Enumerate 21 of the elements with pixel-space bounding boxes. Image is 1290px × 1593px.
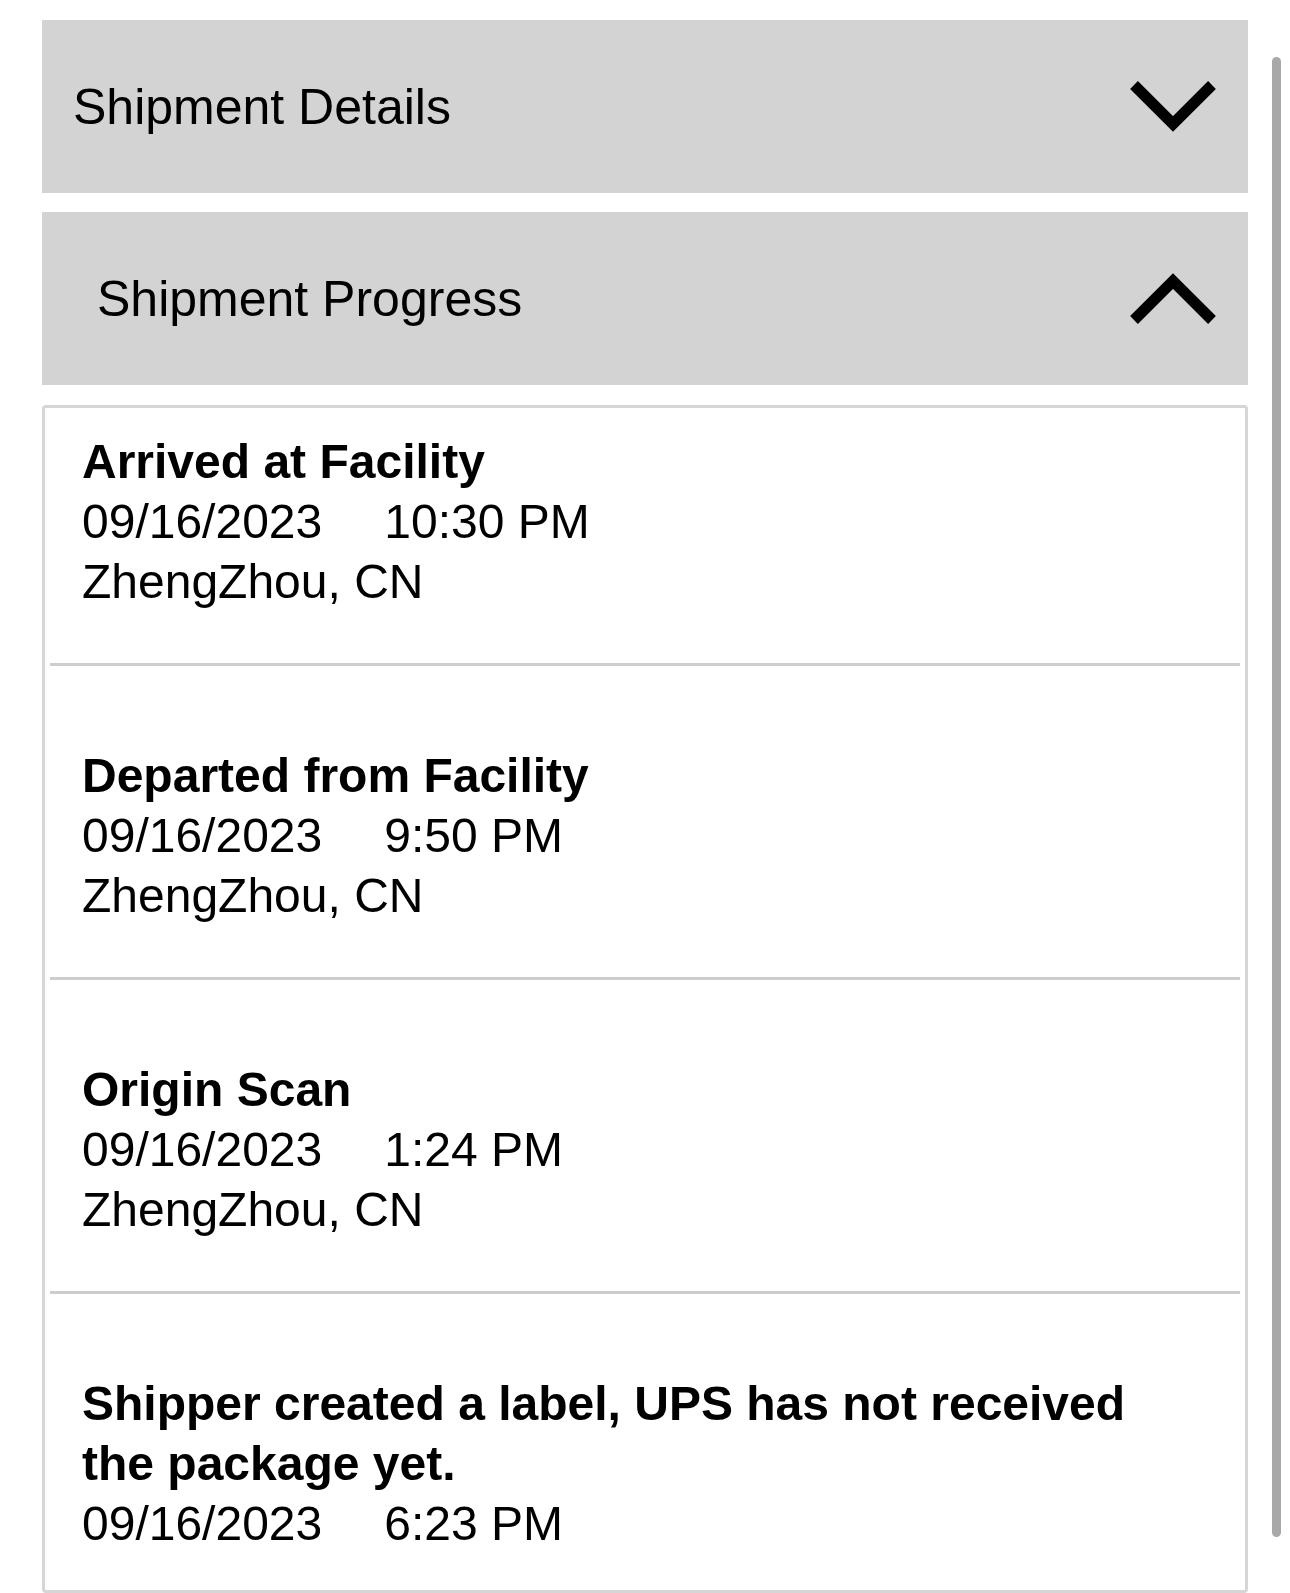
event-date: 09/16/2023 — [82, 808, 323, 864]
event-time: 9:50 PM — [384, 808, 563, 864]
event-status: Departed from Facility — [82, 748, 590, 804]
event-status: Arrived at Facility — [82, 434, 486, 490]
chevron-down-icon — [1130, 81, 1216, 132]
event-date: 09/16/2023 — [82, 1122, 323, 1178]
section-title: Shipment Progress — [97, 269, 523, 329]
chevron-up-icon — [1130, 273, 1216, 324]
event-date: 09/16/2023 — [82, 1496, 323, 1552]
section-title: Shipment Details — [73, 77, 451, 137]
event-status: Origin Scan — [82, 1062, 353, 1118]
event-status: Shipper created a label, UPS has not received the package yet. — [82, 1376, 1127, 1492]
event-location: ZhengZhou, CN — [82, 554, 425, 610]
accordion-header[interactable]: Shipment Details — [42, 20, 1248, 193]
event-time: 6:23 PM — [384, 1496, 563, 1552]
event-time: 1:24 PM — [384, 1122, 563, 1178]
event-location: ZhengZhou, CN — [82, 868, 425, 924]
event-location: ZhengZhou, CN — [82, 1182, 425, 1238]
event-time: 10:30 PM — [384, 494, 590, 550]
accordion-header[interactable]: Shipment Progress — [42, 212, 1248, 385]
event-date: 09/16/2023 — [82, 494, 323, 550]
